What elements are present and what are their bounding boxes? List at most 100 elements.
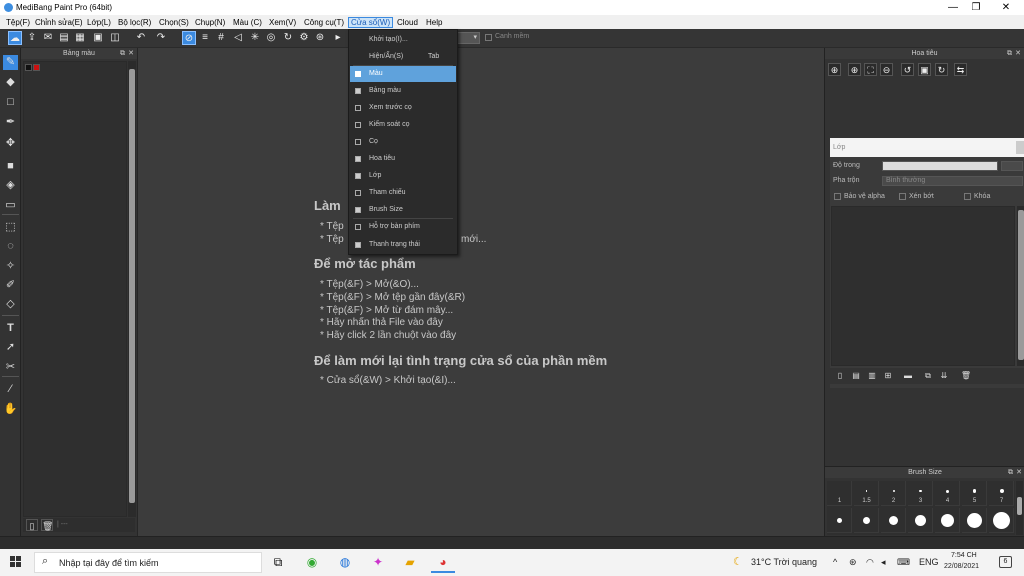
- minimize-button[interactable]: —: [943, 1, 963, 14]
- window-menu-item[interactable]: Tham chiếu: [350, 185, 456, 201]
- fit-icon[interactable]: ⛶: [864, 63, 877, 76]
- magic-wand-icon[interactable]: ✧: [3, 259, 18, 274]
- menu-view[interactable]: Xem(V): [267, 17, 298, 28]
- scroll-thumb[interactable]: [1018, 210, 1024, 360]
- rotate-right-icon[interactable]: ↻: [935, 63, 948, 76]
- close-button[interactable]: ✕: [996, 1, 1016, 14]
- menu-window[interactable]: Cửa sổ(W): [348, 17, 394, 28]
- undo-icon[interactable]: ↶: [134, 31, 148, 45]
- vanishing-snap-icon[interactable]: ◁: [231, 31, 245, 45]
- window-menu-item[interactable]: Xem trước cọ: [350, 100, 456, 116]
- window-menu-item[interactable]: Màu: [350, 66, 456, 82]
- fit-window-icon[interactable]: ▣: [918, 63, 931, 76]
- menu-tools[interactable]: Công cụ(T): [302, 17, 346, 28]
- fill-rect-tool-icon[interactable]: ■: [3, 159, 18, 174]
- brush-size-cell[interactable]: [854, 508, 879, 533]
- rectangle-tool-icon[interactable]: □: [3, 95, 18, 110]
- snap-settings-icon[interactable]: ⊛: [313, 31, 327, 45]
- window-menu-item[interactable]: Kiểm soát cọ: [350, 117, 456, 133]
- rotate-left-icon[interactable]: ↺: [901, 63, 914, 76]
- brush-size-cell[interactable]: 3: [908, 481, 933, 506]
- merge-layer-icon[interactable]: ⇊: [938, 370, 950, 382]
- palette-swatch[interactable]: [25, 64, 32, 71]
- share-icon[interactable]: ⇪: [25, 31, 39, 45]
- menu-cloud[interactable]: Cloud: [395, 17, 420, 28]
- volume-icon[interactable]: ◂: [881, 557, 886, 568]
- brush-size-cell[interactable]: 5: [962, 481, 987, 506]
- divide-tool-icon[interactable]: ✂: [3, 360, 18, 375]
- new-1bit-layer-icon[interactable]: ▥: [866, 370, 878, 382]
- brush-size-dropdown[interactable]: ▾: [456, 32, 480, 44]
- gear-icon[interactable]: ⚙: [297, 31, 311, 45]
- zoom-in-icon[interactable]: ⊕: [848, 63, 861, 76]
- eraser-tool-icon[interactable]: ◆: [3, 75, 18, 90]
- window-menu-item[interactable]: Thanh trạng thái: [350, 237, 456, 253]
- brush-size-cell[interactable]: [962, 508, 987, 533]
- new-halftone-layer-icon[interactable]: ▤: [850, 370, 862, 382]
- brush-size-cell[interactable]: 1: [827, 481, 852, 506]
- operation-tool-icon[interactable]: ➚: [3, 340, 18, 355]
- windows-start-icon[interactable]: [10, 556, 22, 568]
- palette-swatch[interactable]: [33, 64, 40, 71]
- clock-date[interactable]: 22/08/2021: [944, 563, 979, 570]
- palette-scrollbar[interactable]: [128, 61, 136, 517]
- panel-icon[interactable]: ◫: [108, 31, 122, 45]
- brush-size-scrollbar[interactable]: [1016, 481, 1023, 535]
- opacity-value[interactable]: [1001, 161, 1023, 171]
- scroll-thumb[interactable]: [1017, 497, 1022, 515]
- window-menu-item[interactable]: Lớp: [350, 168, 456, 184]
- brush-size-cell[interactable]: [908, 508, 933, 533]
- parallel-snap-icon[interactable]: ≡: [198, 31, 212, 45]
- app-icon[interactable]: ◉: [300, 552, 324, 573]
- clipping-checkbox[interactable]: [899, 193, 906, 200]
- scroll-thumb[interactable]: [129, 69, 135, 503]
- network-icon[interactable]: ⊛: [849, 557, 857, 568]
- brush-size-cell[interactable]: [989, 508, 1014, 533]
- curve-snap-icon[interactable]: ↻: [281, 31, 295, 45]
- brush-tool-icon[interactable]: ✎: [3, 55, 18, 70]
- brush-size-cell[interactable]: 4: [935, 481, 960, 506]
- trash-icon[interactable]: 🗑: [960, 370, 972, 382]
- window-menu-item[interactable]: Hoa tiêu: [350, 151, 456, 167]
- language-indicator[interactable]: ENG: [919, 557, 939, 567]
- brush-size-cell[interactable]: 1.5: [854, 481, 879, 506]
- chrome-icon[interactable]: ◕: [431, 552, 455, 573]
- hand-tool-icon[interactable]: ✋: [3, 402, 18, 417]
- snap-off-icon[interactable]: ⊘: [182, 31, 196, 45]
- window-menu-item[interactable]: Cọ: [350, 134, 456, 150]
- new-palette-icon[interactable]: ▯: [26, 519, 38, 531]
- menu-filter[interactable]: Bộ lọc(R): [116, 17, 153, 28]
- pen-tool-icon[interactable]: ✒: [3, 115, 18, 130]
- circle-snap-icon[interactable]: ◎: [264, 31, 278, 45]
- antialias-icon[interactable]: ▸: [331, 31, 345, 45]
- gradient-tool-icon[interactable]: ▭: [3, 198, 18, 213]
- layer-scrollbar[interactable]: [1017, 206, 1024, 366]
- file-explorer-icon[interactable]: ▰: [398, 552, 422, 573]
- add-layer-menu-icon[interactable]: ⊞: [882, 370, 894, 382]
- maximize-button[interactable]: ❐: [966, 1, 986, 14]
- material-icon[interactable]: ▦: [73, 31, 87, 45]
- window-menu-item[interactable]: Bảng màu: [350, 83, 456, 99]
- brush-size-cell[interactable]: [935, 508, 960, 533]
- menu-help[interactable]: Help: [424, 17, 444, 28]
- cloud-icon[interactable]: ☁: [8, 31, 22, 45]
- close-icon[interactable]: ✕: [128, 48, 134, 59]
- layer-list[interactable]: [831, 206, 1015, 366]
- task-view-icon[interactable]: ⧉: [266, 552, 290, 573]
- window-menu-item[interactable]: Hỗ trợ bàn phím: [350, 219, 456, 235]
- protect-alpha-checkbox[interactable]: [834, 193, 841, 200]
- lock-checkbox[interactable]: [964, 193, 971, 200]
- window-menu-item[interactable]: Khởi tạo(I)...: [350, 32, 456, 48]
- comment-list-icon[interactable]: ▤: [57, 31, 71, 45]
- move-tool-icon[interactable]: ✥: [3, 136, 18, 151]
- chevron-up-icon[interactable]: ^: [833, 557, 837, 567]
- taskbar-search[interactable]: ⌕ Nhập tại đây để tìm kiếm: [34, 552, 262, 573]
- float-icon[interactable]: ⧉: [1008, 467, 1013, 478]
- weather-icon[interactable]: ☾: [733, 555, 743, 568]
- window-menu-item[interactable]: Hiện/Ẩn(S) Tab: [350, 49, 456, 65]
- menu-file[interactable]: Tệp(F): [4, 17, 32, 28]
- menu-capture[interactable]: Chụp(N): [193, 17, 227, 28]
- float-icon[interactable]: ⧉: [1007, 48, 1012, 59]
- brush-size-cell[interactable]: [881, 508, 906, 533]
- menu-select[interactable]: Chọn(S): [157, 17, 191, 28]
